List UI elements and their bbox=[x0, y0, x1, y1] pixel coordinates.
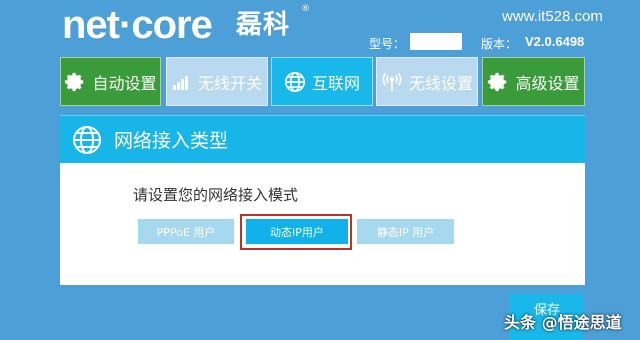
watermark: 头条 @悟途思道 bbox=[504, 313, 622, 332]
gear-icon bbox=[487, 71, 509, 93]
panel-header: 网络接入类型 bbox=[60, 115, 585, 163]
pppoe-user-button[interactable]: PPPoE 用户 bbox=[138, 219, 234, 244]
tab-advanced-settings[interactable]: 高级设置 bbox=[482, 57, 585, 106]
tab-label: 互联网 bbox=[311, 73, 360, 93]
static-ip-user-button[interactable]: 静态IP 用户 bbox=[357, 219, 454, 244]
brand-name-cn: 磊科 bbox=[236, 10, 291, 40]
version-label: 版本： bbox=[481, 37, 518, 51]
tab-label: 无线开关 bbox=[197, 73, 262, 93]
access-mode-prompt: 请设置您的网络接入模式 bbox=[133, 186, 299, 204]
tab-auto-setup[interactable]: 自动设置 bbox=[60, 57, 161, 106]
model-value bbox=[410, 33, 462, 50]
wireless-antenna-icon bbox=[381, 71, 403, 93]
selection-highlight-box bbox=[240, 214, 352, 250]
gear-icon bbox=[64, 71, 86, 93]
signal-bars-icon bbox=[172, 74, 192, 90]
version-value: V2.0.6498 bbox=[525, 34, 585, 49]
registered-mark: ® bbox=[301, 4, 310, 14]
panel-title: 网络接入类型 bbox=[114, 130, 229, 152]
site-url: www.it528.com bbox=[502, 8, 603, 25]
brand-logo: net·core bbox=[62, 2, 213, 48]
brand-name-en: net·core bbox=[62, 3, 213, 47]
globe-icon bbox=[284, 71, 306, 93]
globe-icon bbox=[72, 125, 102, 155]
tab-label: 高级设置 bbox=[515, 73, 580, 93]
tab-internet[interactable]: 互联网 bbox=[271, 57, 373, 106]
tab-label: 无线设置 bbox=[408, 73, 473, 93]
tab-label: 自动设置 bbox=[92, 73, 157, 93]
model-label: 型号： bbox=[369, 37, 406, 51]
tab-wireless-settings[interactable]: 无线设置 bbox=[376, 57, 478, 106]
tab-wireless-switch[interactable]: 无线开关 bbox=[166, 57, 268, 106]
